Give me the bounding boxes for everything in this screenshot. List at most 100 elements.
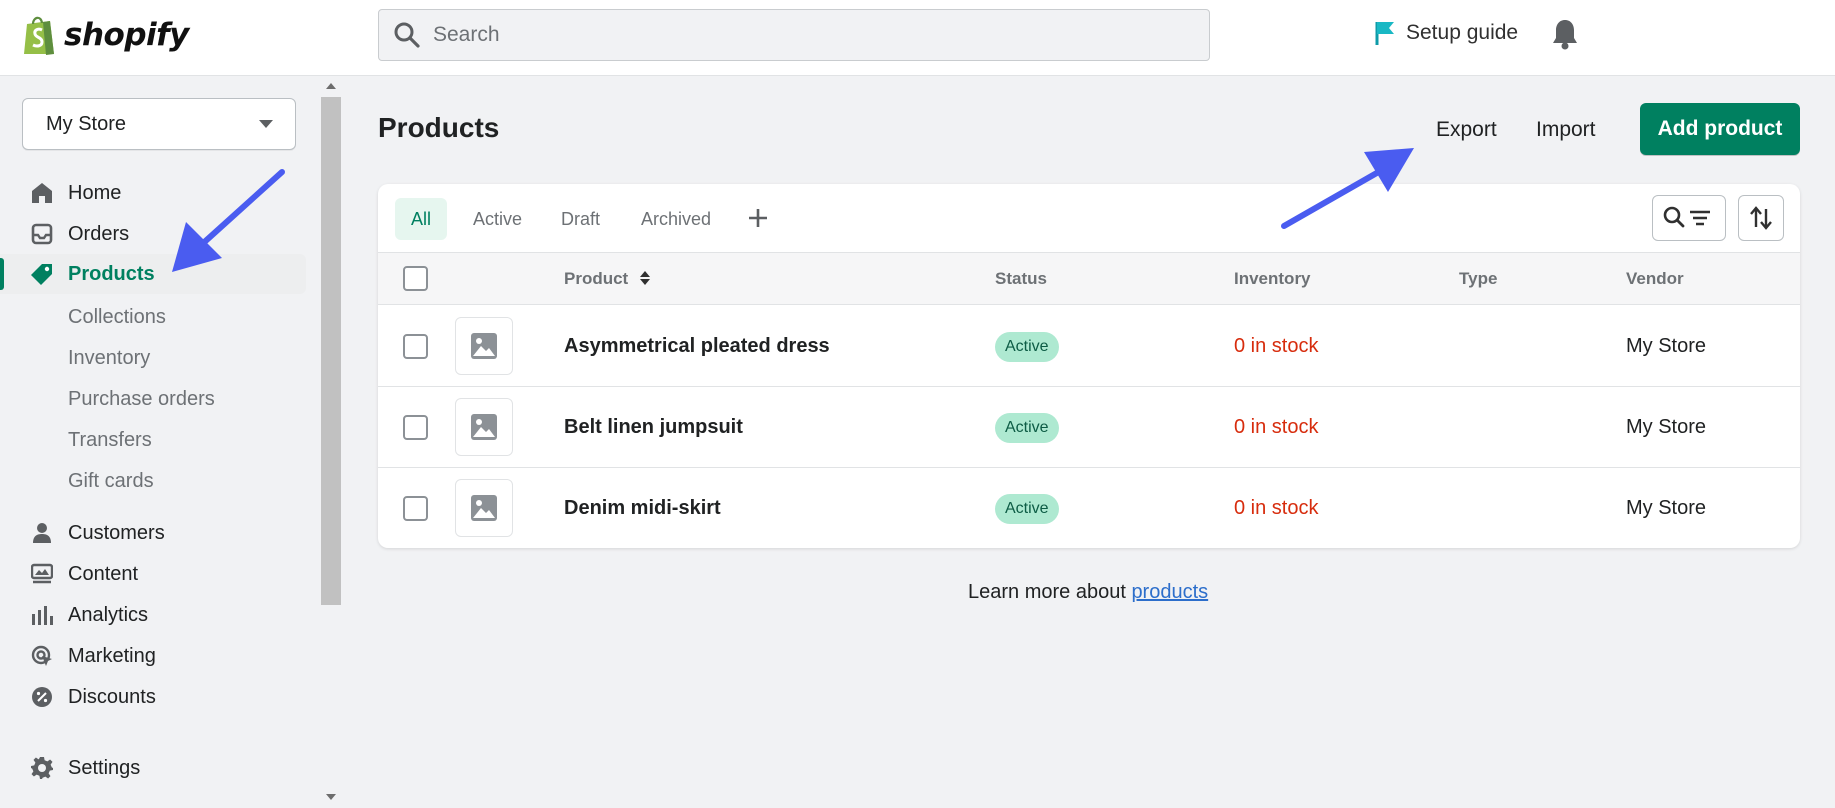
sidebar-item-analytics[interactable]: Analytics [0,595,306,635]
sidebar-item-label: Marketing [68,644,156,667]
bell-icon [1553,20,1577,50]
product-name-link[interactable]: Belt linen jumpsuit [564,416,743,439]
product-image-placeholder [455,398,513,456]
column-label: Product [564,269,629,288]
search-bar[interactable] [378,9,1210,61]
select-all-checkbox[interactable] [403,266,428,291]
column-header-product[interactable]: Product [564,269,651,289]
sort-button[interactable] [1738,195,1784,241]
status-badge: Active [995,494,1059,524]
row-checkbox[interactable] [403,496,428,521]
image-icon [471,414,497,440]
gear-icon [30,756,54,780]
setup-guide-label: Setup guide [1406,21,1519,44]
status-badge: Active [995,332,1059,362]
table-row[interactable]: Asymmetrical pleated dress Active 0 in s… [378,306,1800,387]
discount-icon [30,685,54,709]
inventory-value: 0 in stock [1234,497,1319,519]
store-name: My Store [46,112,127,135]
flag-icon [1375,22,1394,45]
add-view-icon[interactable] [744,204,772,232]
row-checkbox[interactable] [403,415,428,440]
sidebar-subitem-gift-cards[interactable]: Gift cards [68,470,154,493]
import-button[interactable]: Import [1536,118,1596,142]
scroll-thumb[interactable] [321,97,341,605]
learn-more-link[interactable]: products [1131,581,1208,603]
sidebar-subitem-collections[interactable]: Collections [68,306,166,329]
active-indicator [0,258,4,290]
inventory-value: 0 in stock [1234,335,1319,357]
column-header-type: Type [1459,269,1498,288]
search-icon [394,22,420,48]
status-badge: Active [995,413,1059,443]
table-row[interactable]: Belt linen jumpsuit Active 0 in stock My… [378,387,1800,468]
caret-down-icon [259,120,273,128]
sidebar-item-label: Settings [68,756,141,779]
scroll-down-arrow-icon[interactable] [326,794,336,800]
sidebar-item-label: Analytics [68,603,149,626]
add-product-button[interactable]: Add product [1640,103,1800,155]
products-card: All Active Draft Archived Product Status… [378,184,1800,548]
sidebar-item-settings[interactable]: Settings [0,748,306,788]
notifications-button[interactable] [1552,18,1578,55]
sidebar-item-label: Content [68,562,139,585]
sidebar-item-label: Products [68,262,155,285]
scroll-up-arrow-icon[interactable] [326,83,336,89]
shopify-logo[interactable]: shopify [22,14,189,56]
tab-active[interactable]: Active [473,198,522,240]
sort-icon [1750,206,1772,230]
search-filter-icon [1663,206,1710,228]
inventory-value: 0 in stock [1234,416,1319,438]
content-icon [30,562,54,586]
sidebar-subitem-transfers[interactable]: Transfers [68,429,152,452]
sidebar-subitem-purchase-orders[interactable]: Purchase orders [68,388,215,411]
setup-guide-link[interactable]: Setup guide [1374,20,1518,46]
tab-archived[interactable]: Archived [641,198,711,240]
export-button[interactable]: Export [1436,118,1497,142]
sidebar-subitem-inventory[interactable]: Inventory [68,347,150,370]
page-title: Products [378,112,500,143]
person-icon [30,521,54,545]
top-bar: shopify Setup guide [0,0,1835,76]
bar-chart-icon [30,603,54,627]
tag-icon [30,262,54,286]
vendor-value: My Store [1626,497,1707,519]
filter-tabs: All Active Draft Archived [378,184,1800,253]
product-name-link[interactable]: Asymmetrical pleated dress [564,335,830,358]
sidebar-item-discounts[interactable]: Discounts [0,677,306,717]
inbox-icon [30,222,54,246]
home-icon [30,181,54,205]
column-header-vendor: Vendor [1626,269,1684,288]
product-image-placeholder [455,317,513,375]
store-selector[interactable]: My Store [22,98,296,150]
row-checkbox[interactable] [403,334,428,359]
sidebar-item-label: Home [68,181,122,204]
sidebar-item-products[interactable]: Products [0,254,306,294]
sidebar-item-content[interactable]: Content [0,554,306,594]
column-header-status: Status [995,269,1047,288]
sidebar-scrollbar[interactable] [320,77,342,808]
image-icon [471,333,497,359]
sidebar-item-marketing[interactable]: Marketing [0,636,306,676]
sidebar-item-customers[interactable]: Customers [0,513,306,553]
product-image-placeholder [455,479,513,537]
vendor-value: My Store [1626,335,1707,357]
logo-text: shopify [64,17,189,53]
table-header: Product Status Inventory Type Vendor [378,253,1800,305]
sidebar-item-label: Discounts [68,685,156,708]
target-icon [30,644,54,668]
sidebar-item-home[interactable]: Home [0,173,306,213]
shopify-bag-icon [24,16,54,55]
sort-arrows-icon [639,271,650,285]
learn-more-prefix: Learn more about [968,581,1132,603]
sidebar-item-orders[interactable]: Orders [0,214,306,254]
sidebar-item-label: Orders [68,222,130,245]
tab-all[interactable]: All [395,198,448,240]
search-filter-button[interactable] [1652,195,1726,241]
sidebar: My Store Home Orders Products Collection… [0,77,342,808]
table-row[interactable]: Denim midi-skirt Active 0 in stock My St… [378,468,1800,548]
search-input[interactable] [433,23,1193,47]
tab-draft[interactable]: Draft [561,198,600,240]
product-name-link[interactable]: Denim midi-skirt [564,497,721,520]
learn-more-text: Learn more about products [968,581,1208,604]
